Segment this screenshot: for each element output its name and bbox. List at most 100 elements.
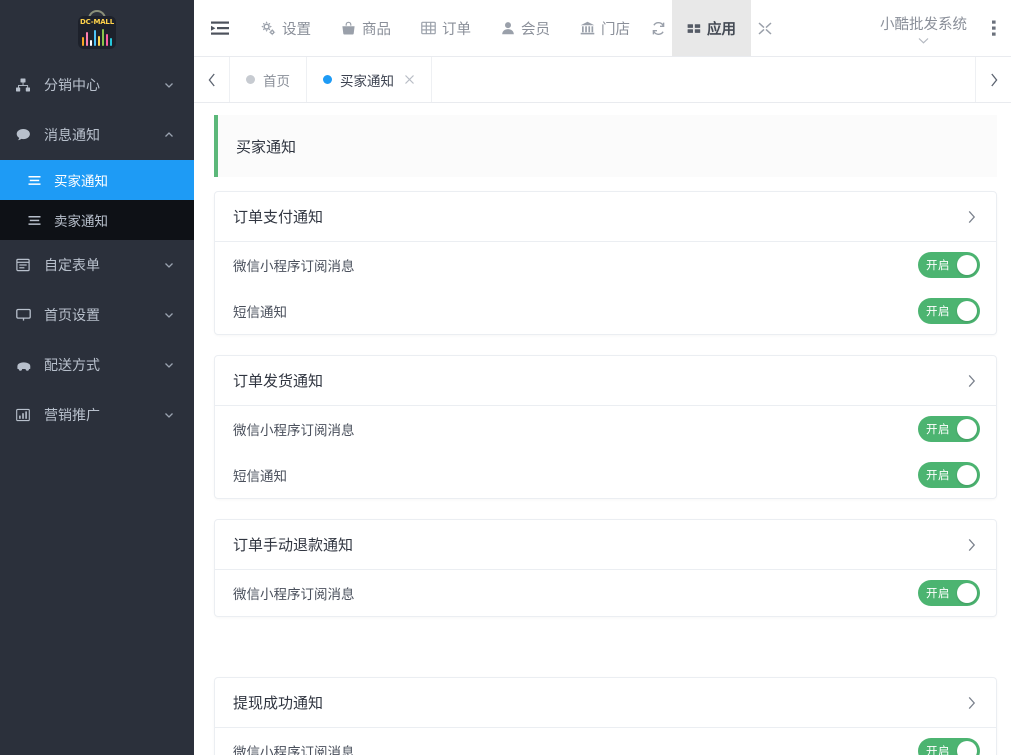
gears-icon — [261, 20, 276, 36]
nav-item-products[interactable]: 商品 — [326, 0, 406, 56]
toggle-switch[interactable]: 开启 — [918, 580, 980, 606]
topbar-nav: 设置 商品 订单 会员 门店 应用 — [246, 0, 779, 56]
switch-knob — [957, 419, 977, 439]
chevron-down-icon — [162, 79, 176, 91]
notification-row: 微信小程序订阅消息 开启 — [215, 570, 996, 616]
sidebar-item-marketing[interactable]: 营销推广 — [0, 390, 194, 440]
logo-container[interactable]: DC-MALL — [0, 0, 194, 60]
notification-row: 微信小程序订阅消息 开启 — [215, 728, 996, 755]
topbar-right: 小酷批发系统 — [866, 0, 1011, 56]
notification-card: 订单支付通知 微信小程序订阅消息 开启 短信通知 开启 — [214, 191, 997, 335]
expand-icon[interactable] — [751, 0, 779, 56]
logo-bag-body: DC-MALL — [78, 16, 116, 49]
form-icon — [16, 258, 38, 272]
toggle-switch[interactable]: 开启 — [918, 252, 980, 278]
chevron-down-icon — [917, 36, 930, 45]
topbar: 设置 商品 订单 会员 门店 应用 小酷批发系统 — [194, 0, 1011, 57]
chevron-down-icon — [162, 309, 176, 321]
grid-icon — [687, 22, 701, 35]
page-title-banner: 买家通知 — [214, 115, 997, 177]
card-title: 订单支付通知 — [233, 209, 324, 226]
tab-label: 买家通知 — [340, 73, 394, 89]
card-header[interactable]: 提现成功通知 — [215, 678, 996, 728]
row-label: 微信小程序订阅消息 — [233, 259, 355, 274]
chevron-down-icon — [162, 359, 176, 371]
sidebar-item-message-notification[interactable]: 消息通知 — [0, 110, 194, 160]
sidebar-subitem-label: 卖家通知 — [54, 214, 108, 229]
sidebar-item-distribution[interactable]: 分销中心 — [0, 60, 194, 110]
switch-knob — [957, 741, 977, 755]
chevron-right-icon[interactable] — [965, 695, 978, 711]
card-title: 订单手动退款通知 — [233, 537, 354, 554]
content-area: 买家通知 订单支付通知 微信小程序订阅消息 开启 短信通知 开启 订单发货通知 … — [194, 103, 1011, 755]
row-label: 微信小程序订阅消息 — [233, 745, 355, 755]
switch-label: 开启 — [926, 424, 950, 436]
card-header[interactable]: 订单发货通知 — [215, 356, 996, 406]
notification-row: 短信通知 开启 — [215, 288, 996, 334]
sidebar-menu: 分销中心 消息通知 买家通知 卖家通知 自定表单 首页设置 配送方式 营销推广 — [0, 60, 194, 440]
nav-item-members[interactable]: 会员 — [486, 0, 565, 56]
sidebar-item-custom-form[interactable]: 自定表单 — [0, 240, 194, 290]
page-title: 买家通知 — [236, 138, 297, 156]
toggle-switch[interactable]: 开启 — [918, 738, 980, 755]
more-vertical-icon[interactable] — [981, 0, 1007, 57]
sidebar-item-buyer-notification[interactable]: 买家通知 — [0, 160, 194, 200]
nav-item-applications[interactable]: 应用 — [672, 0, 751, 56]
tab-buyer-notification[interactable]: 买家通知 — [307, 57, 432, 102]
sidebar: DC-MALL 分销中心 消息通知 买家通知 卖家通知 自定表单 首页设置 配送… — [0, 0, 194, 755]
card-title: 提现成功通知 — [233, 695, 324, 712]
toggle-switch[interactable]: 开启 — [918, 462, 980, 488]
row-label: 微信小程序订阅消息 — [233, 587, 355, 602]
sidebar-item-label: 消息通知 — [44, 127, 100, 143]
chevron-down-icon — [162, 409, 176, 421]
chevron-up-icon — [162, 129, 176, 141]
comment-icon — [16, 128, 38, 142]
card-header[interactable]: 订单支付通知 — [215, 192, 996, 242]
refresh-icon[interactable] — [645, 0, 672, 56]
user-icon — [501, 21, 515, 35]
bank-icon — [580, 21, 595, 35]
card-header[interactable]: 订单手动退款通知 — [215, 520, 996, 570]
sidebar-item-label: 首页设置 — [44, 307, 100, 323]
close-icon[interactable] — [402, 74, 415, 85]
notification-card: 订单手动退款通知 微信小程序订阅消息 开启 — [214, 519, 997, 617]
notification-row: 短信通知 开启 — [215, 452, 996, 498]
nav-item-label: 设置 — [282, 21, 311, 38]
list-icon — [28, 174, 48, 187]
chevron-right-icon[interactable] — [965, 373, 978, 389]
sidebar-item-seller-notification[interactable]: 卖家通知 — [0, 200, 194, 240]
dc-mall-logo-icon: DC-MALL — [76, 9, 118, 51]
table-icon — [421, 21, 436, 35]
sidebar-subitem-label: 买家通知 — [54, 174, 108, 189]
tab-home[interactable]: 首页 — [230, 57, 307, 102]
tab-scroll-right-button[interactable] — [975, 57, 1011, 102]
tab-scroll-left-button[interactable] — [194, 57, 230, 102]
chevron-right-icon[interactable] — [965, 537, 978, 553]
menu-fold-icon[interactable] — [194, 0, 246, 56]
nav-item-orders[interactable]: 订单 — [406, 0, 486, 56]
toggle-switch[interactable]: 开启 — [918, 298, 980, 324]
nav-item-label: 应用 — [707, 21, 736, 38]
switch-knob — [957, 255, 977, 275]
sidebar-item-label: 配送方式 — [44, 357, 100, 373]
bag-icon — [341, 21, 356, 35]
row-label: 微信小程序订阅消息 — [233, 423, 355, 438]
tab-label: 首页 — [263, 73, 290, 89]
tab-status-dot — [246, 75, 255, 84]
logo-bars — [82, 27, 112, 46]
shop-selector[interactable]: 小酷批发系统 — [866, 0, 981, 57]
sidebar-item-shipping-method[interactable]: 配送方式 — [0, 340, 194, 390]
nav-item-settings[interactable]: 设置 — [246, 0, 326, 56]
notification-row: 微信小程序订阅消息 开启 — [215, 406, 996, 452]
nav-item-stores[interactable]: 门店 — [565, 0, 645, 56]
tabbar: 首页 买家通知 — [194, 57, 1011, 147]
sidebar-item-homepage-settings[interactable]: 首页设置 — [0, 290, 194, 340]
nav-item-label: 会员 — [521, 21, 550, 38]
nav-item-label: 商品 — [362, 21, 391, 38]
row-label: 短信通知 — [233, 305, 287, 320]
chevron-right-icon[interactable] — [965, 209, 978, 225]
tab-list: 首页 买家通知 — [230, 57, 432, 102]
sidebar-submenu-message-notification: 买家通知 卖家通知 — [0, 160, 194, 240]
toggle-switch[interactable]: 开启 — [918, 416, 980, 442]
